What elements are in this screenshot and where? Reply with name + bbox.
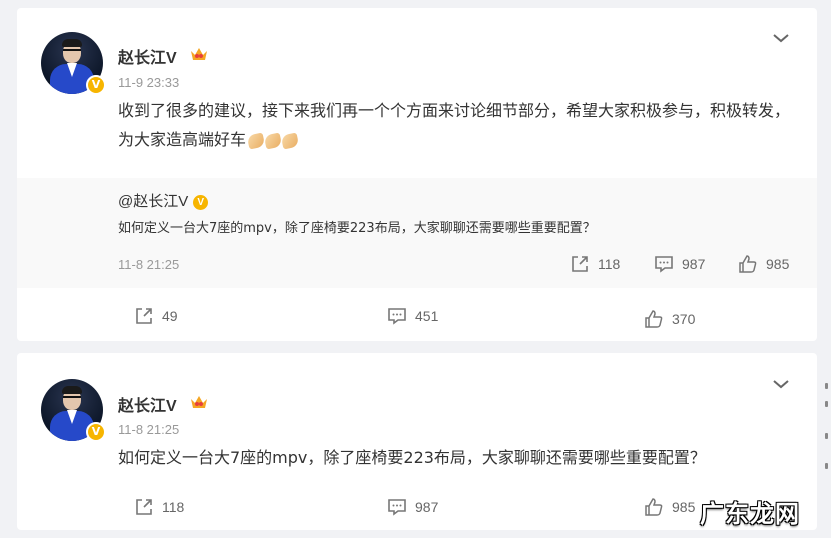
quoted-author[interactable]: @赵长江V V [118, 190, 209, 211]
verified-badge-icon: V [86, 422, 106, 442]
like-button[interactable]: 985 [644, 497, 695, 517]
like-count: 985 [766, 256, 790, 272]
comment-count: 987 [415, 499, 439, 515]
chevron-down-icon[interactable] [772, 32, 790, 44]
like-button[interactable]: 370 [644, 309, 695, 329]
chevron-down-icon[interactable] [772, 378, 790, 390]
quoted-post[interactable]: @赵长江V V 如何定义一台大7座的mpv，除了座椅要223布局，大家聊聊还需要哪… [17, 178, 817, 288]
quoted-text: 如何定义一台大7座的mpv，除了座椅要223布局，大家聊聊还需要哪些重要配置？ [118, 221, 596, 236]
post-time[interactable]: 11-9 23:33 [118, 75, 179, 90]
comment-button[interactable]: 451 [387, 306, 438, 326]
post-time[interactable]: 11-8 21:25 [118, 422, 179, 437]
share-icon [136, 308, 152, 324]
comment-icon [388, 499, 406, 516]
share-icon [572, 256, 588, 272]
post-card: V 赵长江V 11-8 21:25 如何定义一台大7座的mpv，除了座椅要223… [17, 353, 817, 530]
comment-button[interactable]: 987 [387, 497, 438, 517]
thumbs-up-icon [645, 310, 663, 328]
like-count: 370 [672, 311, 696, 327]
post-text: 收到了很多的建议，接下来我们再一个个方面来讨论细节部分，希望大家积极参与，积极转… [118, 96, 798, 154]
comment-count: 987 [682, 256, 706, 272]
crown-icon [191, 48, 207, 60]
like-count: 985 [672, 499, 696, 515]
crown-icon [191, 396, 207, 408]
thumbs-up-icon [645, 498, 663, 516]
repost-button[interactable]: 49 [134, 306, 178, 326]
comment-count: 451 [415, 308, 439, 324]
post-text: 如何定义一台大7座的mpv，除了座椅要223布局，大家聊聊还需要哪些重要配置？ [118, 448, 706, 467]
repost-count: 118 [162, 499, 185, 515]
thumbs-up-icon [739, 255, 757, 273]
quoted-like-button[interactable]: 985 [738, 254, 789, 274]
share-icon [136, 499, 152, 515]
quoted-repost-button[interactable]: 118 [570, 254, 620, 274]
post-text-content: 收到了很多的建议，接下来我们再一个个方面来讨论细节部分，希望大家积极参与，积极转… [118, 101, 791, 149]
comment-icon [388, 308, 406, 325]
side-scroll-dots [821, 353, 831, 538]
watermark: 广东龙网 [700, 500, 800, 528]
quoted-time[interactable]: 11-8 21:25 [118, 257, 179, 272]
author-name[interactable]: 赵长江V [118, 392, 177, 416]
comment-icon [655, 256, 673, 273]
repost-count: 49 [162, 308, 178, 324]
clasped-hands-icon [246, 132, 300, 150]
post-card: V 赵长江V 11-9 23:33 收到了很多的建议，接下来我们再一个个方面来讨… [17, 8, 817, 341]
verified-badge-icon: V [193, 195, 209, 210]
quoted-comment-button[interactable]: 987 [654, 254, 705, 274]
author-name[interactable]: 赵长江V [118, 44, 177, 68]
repost-count: 118 [598, 256, 621, 272]
repost-button[interactable]: 118 [134, 497, 184, 517]
verified-badge-icon: V [86, 75, 106, 95]
